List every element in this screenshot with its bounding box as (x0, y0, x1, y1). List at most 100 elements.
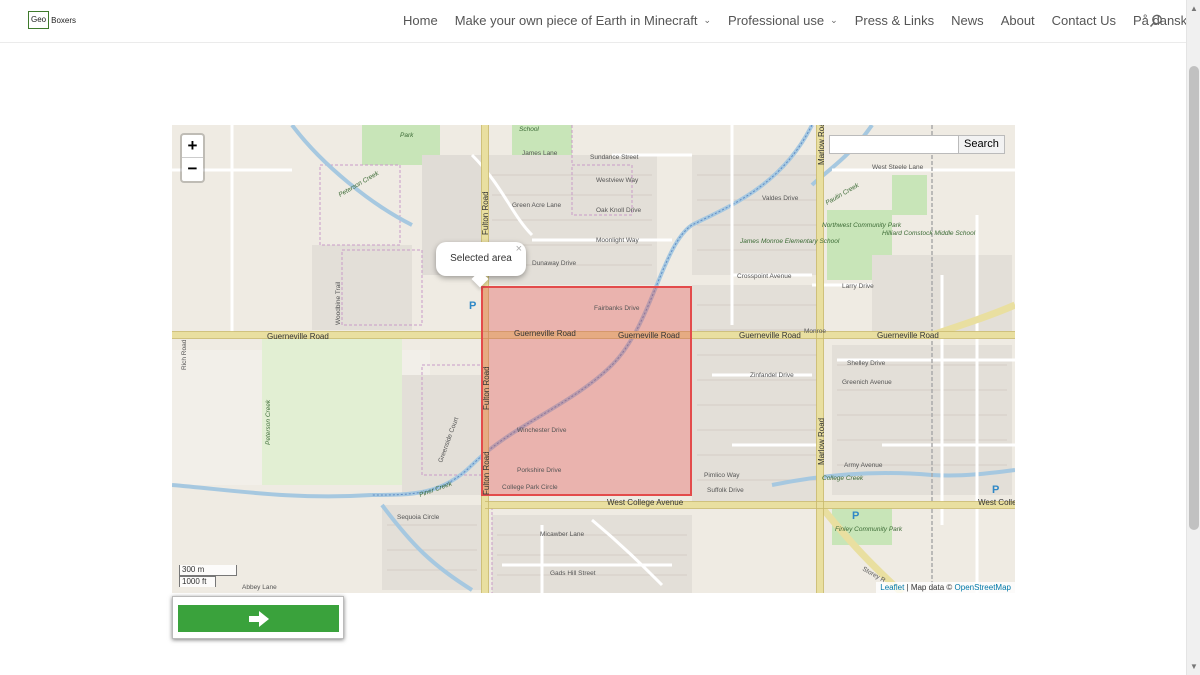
street-label: Army Avenue (844, 462, 883, 469)
nav-professional[interactable]: Professional use ⌄ (728, 13, 838, 28)
park-area (892, 175, 927, 215)
street-label: Winchester Drive (517, 427, 567, 434)
street-label: Valdes Drive (762, 195, 799, 202)
street-label: Guerneville Road (877, 331, 939, 340)
osm-link[interactable]: OpenStreetMap (955, 583, 1011, 592)
street-label: Porkshire Drive (517, 467, 562, 474)
street-label: Guerneville Road (267, 332, 329, 341)
close-icon[interactable]: × (516, 242, 522, 256)
search-icon[interactable] (1149, 14, 1163, 28)
nav-contact-label: Contact Us (1051, 13, 1116, 28)
scroll-down-icon[interactable]: ▼ (1190, 662, 1198, 671)
street-label: Monroe (804, 328, 826, 335)
street-label: Guerneville Road (514, 329, 576, 338)
logo-box: Geo (28, 11, 50, 29)
street-label: West College (978, 498, 1015, 507)
place-label: Park (400, 132, 414, 139)
street-label: Zinfandel Drive (750, 372, 794, 379)
street-label: Pimlico Way (704, 472, 740, 479)
street-label: Sequoia Circle (397, 514, 440, 521)
street-label: Rich Road (181, 339, 188, 370)
map-search-input[interactable] (829, 135, 959, 154)
nav-news[interactable]: News (951, 13, 984, 28)
street-label: Greenich Avenue (842, 379, 892, 386)
street-label: Guerneville Road (739, 331, 801, 340)
nav-about-label: About (1000, 13, 1035, 28)
nav-professional-label: Professional use (728, 13, 825, 28)
arrow-right-icon (248, 610, 269, 627)
page-scrollbar[interactable]: ▲ ▼ (1186, 0, 1200, 675)
street-label: West Steele Lane (872, 164, 924, 171)
leaflet-link[interactable]: Leaflet (880, 583, 904, 592)
attribution-text: | Map data © (904, 583, 955, 592)
nav-minecraft[interactable]: Make your own piece of Earth in Minecraf… (455, 13, 711, 28)
place-label: Finley Community Park (835, 526, 903, 533)
field-area (262, 335, 402, 485)
map-search-button[interactable]: Search (958, 135, 1005, 154)
selection-popup: Selected area × (436, 242, 526, 288)
map-search: Search (829, 135, 1005, 154)
street-label: James Lane (522, 150, 558, 157)
map-attribution: Leaflet | Map data © OpenStreetMap (876, 582, 1015, 593)
scale-imperial: 1000 ft (179, 576, 216, 587)
chevron-down-icon: ⌄ (830, 15, 838, 25)
creek-label: Peterson Creek (265, 399, 272, 445)
scroll-thumb[interactable] (1189, 66, 1199, 530)
selected-area-rectangle[interactable] (481, 286, 692, 496)
nav-about[interactable]: About (1001, 13, 1035, 28)
logo-text: Boxers (51, 15, 77, 25)
street-label: Westview Way (596, 177, 639, 184)
nav-news-label: News (951, 13, 984, 28)
site-header: Geo Boxers Home Make your own piece of E… (0, 0, 1187, 42)
street-label: Micawber Lane (540, 531, 584, 538)
next-button[interactable] (178, 605, 339, 632)
popup-text: Selected area (450, 253, 512, 264)
place-label: School (519, 126, 539, 133)
parking-icon: P (469, 300, 476, 312)
street-label: Crosspoint Avenue (737, 273, 792, 280)
map-scale: 300 m 1000 ft (179, 565, 237, 587)
street-label: Gads Hill Street (550, 570, 596, 577)
place-label: James Monroe Elementary School (739, 238, 840, 245)
street-label: Suffolk Drive (707, 487, 744, 494)
street-label: Green Acre Lane (512, 202, 562, 209)
street-label: Fulton Road (481, 191, 490, 235)
nav-press-label: Press & Links (854, 13, 935, 28)
zoom-control: + − (180, 133, 205, 183)
street-label: College Park Circle (502, 484, 558, 491)
street-label: Fulton Road (482, 366, 491, 410)
main-nav: Home Make your own piece of Earth in Min… (403, 13, 1200, 28)
nav-home[interactable]: Home (403, 13, 438, 28)
street-label: Marlow Road (817, 125, 826, 165)
street-label: Abbey Lane (242, 584, 277, 591)
street-label: Shelley Drive (847, 360, 886, 367)
next-button-frame (172, 596, 344, 639)
zoom-out-button[interactable]: − (182, 158, 203, 181)
scale-metric: 300 m (179, 565, 237, 576)
street-label: Woodbine Trail (335, 281, 342, 325)
nav-contact[interactable]: Contact Us (1052, 13, 1116, 28)
parking-icon: P (992, 484, 999, 496)
chevron-down-icon: ⌄ (703, 15, 712, 25)
scroll-up-icon[interactable]: ▲ (1190, 4, 1198, 13)
street-label: Oak Knoll Drive (596, 207, 642, 214)
street-label: Dunaway Drive (532, 260, 576, 267)
nav-press[interactable]: Press & Links (855, 13, 934, 28)
map-view[interactable]: P P P Guerneville Road Guerneville Road … (172, 125, 1015, 593)
street-label: Sundance Street (590, 154, 639, 161)
nav-home-label: Home (403, 13, 438, 28)
street-label: Fairbanks Drive (594, 305, 640, 312)
map-tiles: P P P Guerneville Road Guerneville Road … (172, 125, 1015, 593)
zoom-in-button[interactable]: + (182, 135, 203, 158)
place-label: Hilliard Comstock Middle School (882, 230, 976, 237)
street-label: Marlow Road (817, 418, 826, 465)
street-label: West College Avenue (607, 498, 684, 507)
place-label: Northwest Community Park (822, 222, 902, 229)
street-label: Larry Drive (842, 283, 874, 290)
site-logo[interactable]: Geo Boxers (28, 10, 77, 30)
street-label: Guerneville Road (618, 331, 680, 340)
nav-minecraft-label: Make your own piece of Earth in Minecraf… (454, 13, 698, 28)
creek-label: College Creek (822, 475, 864, 482)
parking-icon: P (852, 510, 859, 522)
street-label: Fulton Road (482, 451, 491, 495)
